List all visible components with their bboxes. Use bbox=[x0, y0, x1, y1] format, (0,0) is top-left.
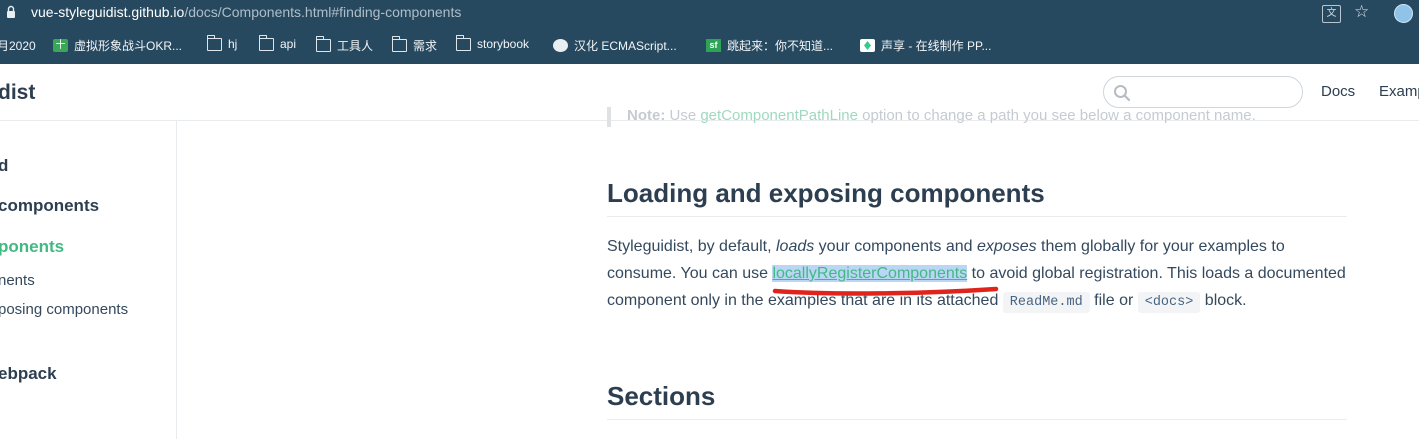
bookmark-folder[interactable]: storybook bbox=[455, 34, 530, 51]
note-code: getComponentPathLine bbox=[700, 107, 858, 124]
inline-code: ReadMe.md bbox=[1002, 292, 1090, 313]
note-text: option to change a path you see below a … bbox=[857, 107, 1256, 124]
text: block. bbox=[1200, 292, 1247, 309]
nav-examples[interactable]: Examp bbox=[1379, 83, 1419, 100]
sidebar-item-active[interactable]: ponents bbox=[0, 237, 64, 257]
bookmark-item[interactable]: 月2020 bbox=[0, 37, 36, 54]
sidebar: d components ponents nents posing compon… bbox=[0, 121, 177, 439]
bookmark-item[interactable]: 声享 - 在线制作 PP... bbox=[860, 37, 991, 54]
sidebar-item[interactable]: ebpack bbox=[0, 364, 57, 384]
paragraph: Styleguidist, by default, loads your com… bbox=[607, 233, 1347, 316]
bookmark-item[interactable]: 汉化 ECMAScript... bbox=[553, 37, 677, 54]
bookmark-label: 虚拟形象战斗OKR... bbox=[74, 39, 183, 53]
text: file or bbox=[1089, 292, 1138, 309]
profile-avatar[interactable] bbox=[1394, 4, 1413, 23]
sidebar-subitem-active[interactable]: nents bbox=[0, 272, 35, 289]
sf-icon: sf bbox=[706, 39, 721, 52]
red-annotation-underline bbox=[772, 286, 999, 296]
inline-code: <docs> bbox=[1137, 292, 1201, 313]
locally-register-components-link[interactable]: locallyRegisterComponents bbox=[772, 265, 968, 282]
github-icon bbox=[553, 39, 568, 52]
note-blockquote: Note: Use getComponentPathLine option to… bbox=[607, 107, 1367, 127]
bookmark-folder[interactable]: hj bbox=[206, 34, 238, 51]
url-text[interactable]: vue-styleguidist.github.io/docs/Componen… bbox=[31, 4, 461, 20]
section-heading: Sections bbox=[607, 381, 1347, 420]
sidebar-subitem[interactable]: posing components bbox=[0, 301, 128, 318]
lock-icon bbox=[7, 5, 15, 18]
bookmark-label: 月2020 bbox=[0, 39, 36, 53]
bookmark-item[interactable]: 十虚拟形象战斗OKR... bbox=[53, 37, 182, 54]
url-path: /docs/Components.html#finding-components bbox=[184, 4, 462, 20]
url-host: vue-styleguidist.github.io bbox=[31, 4, 185, 20]
section-heading: Loading and exposing components bbox=[607, 178, 1347, 217]
bookmark-folder[interactable]: api bbox=[258, 34, 297, 51]
bookmark-label: 需求 bbox=[413, 39, 438, 53]
text: your components and bbox=[814, 238, 977, 255]
nav-docs[interactable]: Docs bbox=[1321, 83, 1355, 100]
search-icon bbox=[1114, 85, 1131, 102]
browser-address-bar[interactable]: vue-styleguidist.github.io/docs/Componen… bbox=[0, 0, 1419, 27]
sidebar-item[interactable]: components bbox=[0, 196, 99, 216]
note-label: Note: bbox=[627, 107, 666, 124]
search-input[interactable] bbox=[1103, 76, 1303, 108]
folder-icon bbox=[455, 34, 471, 51]
bookmark-item[interactable]: sf 跳起来：你不知道... bbox=[706, 37, 833, 54]
translate-icon[interactable]: 文 bbox=[1322, 5, 1341, 23]
folder-icon bbox=[315, 36, 331, 52]
emphasis: exposes bbox=[977, 238, 1037, 255]
bookmark-label: 汉化 ECMAScript... bbox=[574, 39, 677, 53]
bookmark-label: 工具人 bbox=[337, 39, 374, 53]
bookmark-label: hj bbox=[228, 37, 238, 51]
bookmark-label: 跳起来：你不知道... bbox=[727, 39, 834, 53]
bookmark-folder[interactable]: 工具人 bbox=[315, 36, 374, 54]
folder-icon bbox=[258, 34, 274, 51]
text: Styleguidist, by default, bbox=[607, 238, 776, 255]
sidebar-item[interactable]: d bbox=[0, 156, 8, 176]
bookmark-folder[interactable]: 需求 bbox=[391, 36, 438, 54]
folder-icon bbox=[391, 36, 407, 52]
bookmark-label: api bbox=[280, 37, 297, 51]
bookmark-label: 声享 - 在线制作 PP... bbox=[881, 39, 992, 53]
bookmark-label: storybook bbox=[477, 37, 530, 51]
shengxiang-icon bbox=[860, 39, 875, 52]
note-text: Use bbox=[665, 107, 701, 124]
emphasis: loads bbox=[775, 238, 815, 255]
site-title[interactable]: dist bbox=[0, 81, 35, 105]
star-icon[interactable]: ☆ bbox=[1354, 2, 1369, 22]
bookmarks-bar: 月2020 十虚拟形象战斗OKR... hj api 工具人 需求 storyb… bbox=[0, 27, 1419, 64]
folder-icon bbox=[206, 34, 222, 51]
green-cross-icon: 十 bbox=[53, 39, 68, 52]
